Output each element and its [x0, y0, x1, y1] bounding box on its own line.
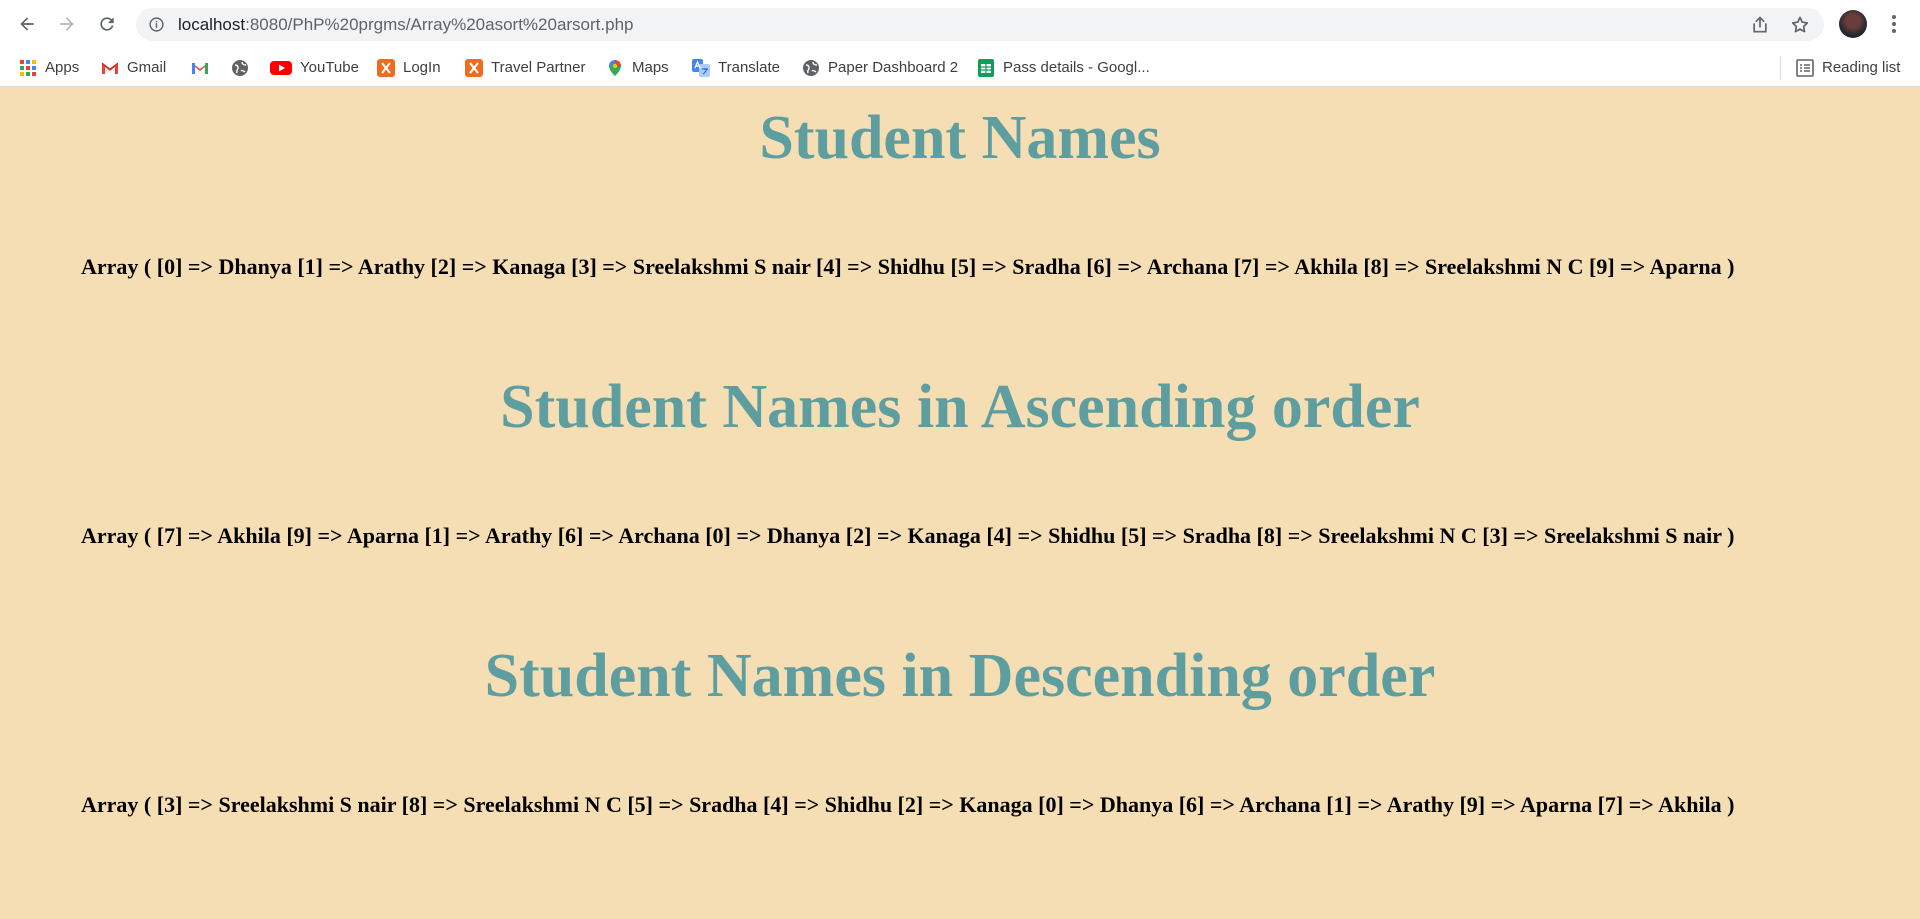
sheets-icon [978, 58, 994, 77]
bookmark-globe[interactable] [231, 49, 249, 86]
globe-icon [232, 59, 248, 76]
bookmark-maps[interactable]: Maps [606, 49, 669, 86]
bookmark-gmail[interactable]: Gmail [101, 49, 166, 86]
reading-list-button[interactable]: Reading list [1796, 49, 1900, 86]
reload-button[interactable] [92, 9, 122, 39]
bookmark-label: Apps [45, 59, 80, 76]
url-text[interactable]: localhost:8080/PhP%20prgms/Array%20asort… [178, 15, 634, 35]
reading-list-label: Reading list [1822, 59, 1901, 76]
bookmark-label: Maps [632, 59, 669, 76]
back-arrow-icon [20, 17, 34, 31]
translate-icon [692, 58, 710, 77]
bookmark-translate[interactable]: Translate [692, 49, 780, 86]
bookmarks-bar: Apps Gmail YouTube LogIn Travel Partner … [0, 49, 1920, 87]
bookmark-travel-partner[interactable]: Travel Partner [465, 49, 585, 86]
array-descending: Array ( [3] => Sreelakshmi S nair [8] =>… [81, 792, 1735, 817]
heading-descending-order: Student Names in Descending order [484, 642, 1436, 710]
bookmark-gmail-2[interactable] [191, 49, 209, 86]
globe-icon [803, 59, 819, 76]
url-path: :8080/PhP%20prgms/Array%20asort%20arsort… [245, 15, 634, 34]
address-bar[interactable]: localhost:8080/PhP%20prgms/Array%20asort… [136, 8, 1824, 41]
bookmark-paper-dashboard[interactable]: Paper Dashboard 2 [802, 49, 958, 86]
reading-list-icon [1796, 58, 1814, 77]
bookmark-label: Gmail [127, 59, 167, 76]
page-content: Student Names Array ( [0] => Dhanya [1] … [0, 87, 1920, 919]
site-info-icon[interactable] [148, 16, 165, 33]
browser-toolbar: localhost:8080/PhP%20prgms/Array%20asort… [0, 0, 1920, 49]
back-button[interactable] [12, 9, 42, 39]
bookmark-label: LogIn [403, 59, 441, 76]
bookmark-label: YouTube [300, 59, 359, 76]
bookmark-pass-details[interactable]: Pass details - Googl... [977, 49, 1150, 86]
url-host: localhost [178, 15, 246, 34]
bookmark-youtube[interactable]: YouTube [270, 49, 359, 86]
array-ascending: Array ( [7] => Akhila [9] => Aparna [1] … [81, 523, 1735, 548]
array-original: Array ( [0] => Dhanya [1] => Arathy [2] … [81, 254, 1735, 279]
xampp-icon [465, 58, 483, 77]
forward-button[interactable] [52, 9, 82, 39]
kebab-menu-icon[interactable] [1882, 12, 1906, 36]
bookmark-label: Pass details - Googl... [1003, 59, 1150, 76]
bookmark-apps[interactable]: Apps [19, 49, 79, 86]
bookmarks-divider [1780, 57, 1781, 79]
profile-avatar[interactable] [1839, 10, 1867, 38]
share-icon[interactable] [1750, 15, 1770, 35]
gmail-icon [101, 62, 119, 74]
maps-pin-icon [609, 59, 621, 76]
bookmark-label: Paper Dashboard 2 [828, 59, 959, 76]
heading-ascending-order: Student Names in Ascending order [500, 373, 1420, 441]
xampp-icon [377, 58, 395, 77]
youtube-icon [270, 60, 292, 75]
gmail-icon [192, 62, 208, 74]
reload-icon [100, 17, 114, 31]
bookmark-star-icon[interactable] [1790, 15, 1810, 35]
apps-grid-icon [20, 59, 36, 76]
bookmark-label: Translate [718, 59, 780, 76]
bookmark-label: Travel Partner [491, 59, 586, 76]
bookmark-login[interactable]: LogIn [377, 49, 441, 86]
heading-student-names: Student Names [759, 104, 1161, 172]
forward-arrow-icon [60, 17, 74, 31]
